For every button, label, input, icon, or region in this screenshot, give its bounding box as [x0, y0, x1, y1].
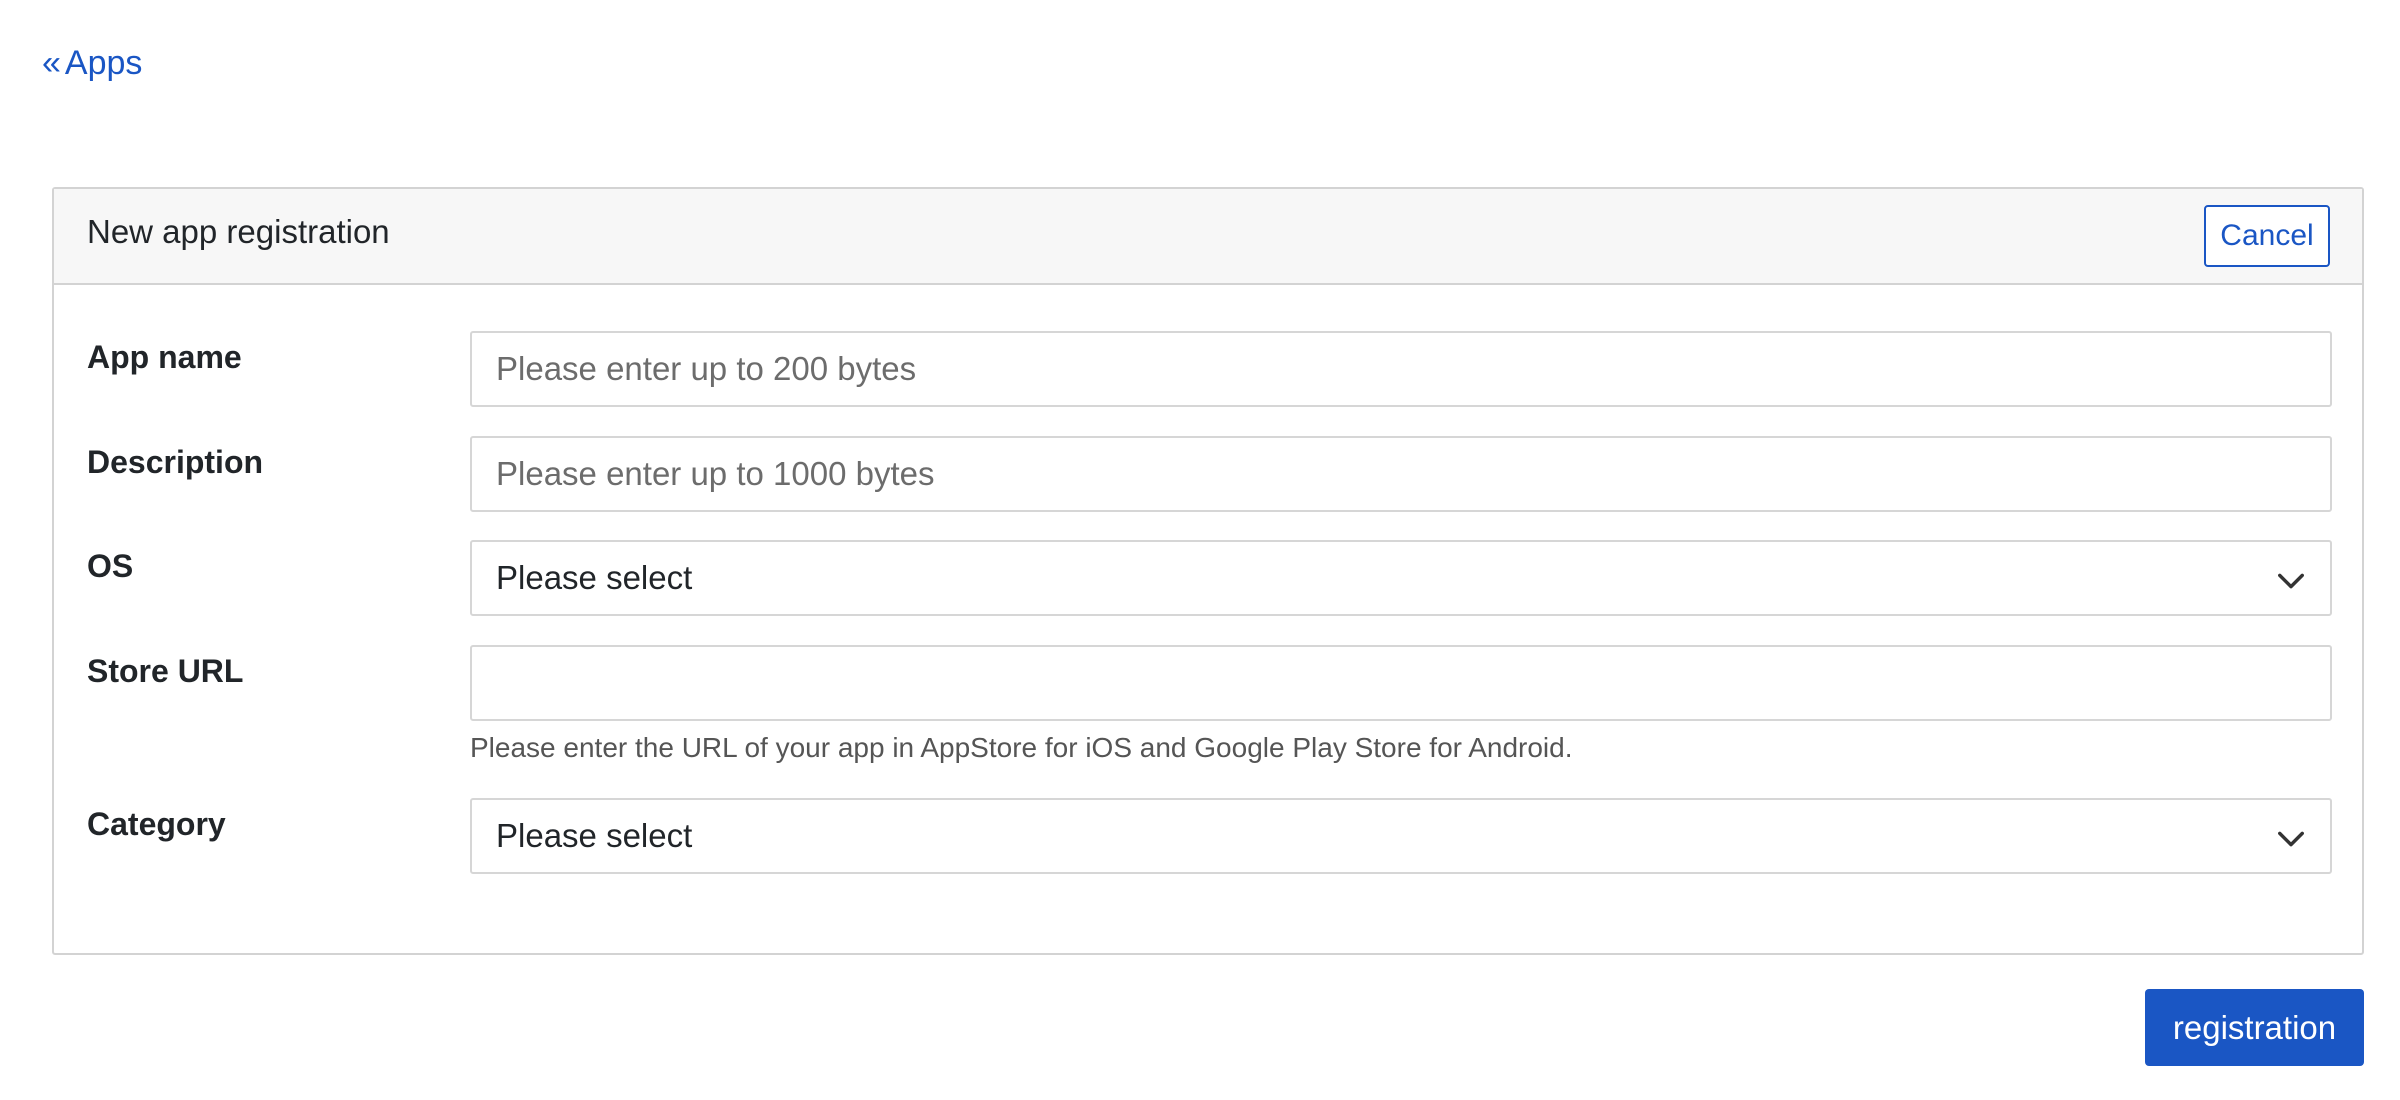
os-select[interactable]: Please select: [470, 540, 2332, 616]
store-url-label: Store URL: [87, 653, 244, 689]
registration-button[interactable]: registration: [2145, 989, 2364, 1066]
description-input[interactable]: [470, 436, 2332, 512]
back-link-label: Apps: [64, 44, 143, 82]
app-registration-card: New app registration Cancel App name Des…: [52, 187, 2364, 955]
back-to-apps-link[interactable]: « Apps: [42, 44, 142, 83]
app-name-input[interactable]: [470, 331, 2332, 407]
app-name-label: App name: [87, 339, 242, 375]
cancel-button[interactable]: Cancel: [2204, 205, 2330, 267]
card-header: New app registration Cancel: [54, 189, 2362, 285]
chevron-down-icon: [2278, 573, 2304, 589]
os-label: OS: [87, 548, 134, 584]
category-select-value: Please select: [496, 817, 693, 854]
store-url-help-text: Please enter the URL of your app in AppS…: [470, 732, 1573, 763]
category-select[interactable]: Please select: [470, 798, 2332, 874]
chevron-down-icon: [2278, 831, 2304, 847]
card-title: New app registration: [87, 213, 390, 250]
description-label: Description: [87, 444, 264, 480]
store-url-input[interactable]: [470, 645, 2332, 721]
os-select-value: Please select: [496, 559, 693, 596]
double-chevron-left-icon: «: [42, 44, 61, 82]
category-label: Category: [87, 806, 226, 842]
